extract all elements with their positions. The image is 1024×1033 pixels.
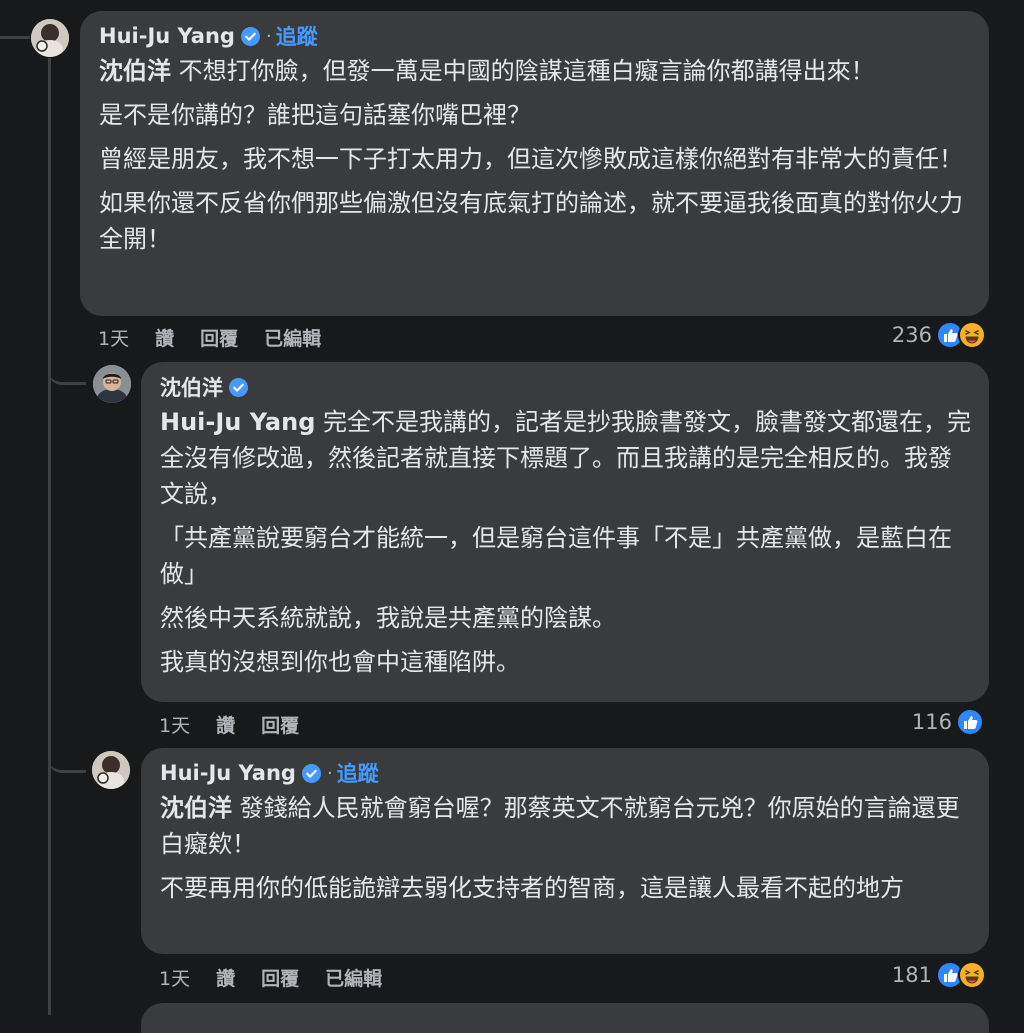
author-name[interactable]: Hui-Ju Yang bbox=[99, 24, 235, 48]
avatar[interactable] bbox=[31, 19, 69, 57]
avatar-image bbox=[93, 365, 131, 403]
comment-paragraph: 曾經是朋友，我不想一下子打太用力，但這次慘敗成這樣你絕對有非常大的責任！ bbox=[99, 145, 963, 173]
comment-paragraph: 「共產黨說要窮台才能統一，但是窮台這件事「不是」共產黨做，是藍白在做」 bbox=[160, 524, 952, 588]
verified-badge-icon bbox=[240, 26, 260, 46]
reply-button[interactable]: 回覆 bbox=[261, 711, 299, 738]
comment-paragraph: 我真的沒想到你也會中這種陷阱。 bbox=[160, 648, 520, 676]
haha-icon bbox=[958, 961, 986, 989]
like-button[interactable]: 讚 bbox=[216, 711, 235, 738]
follow-button[interactable]: 追蹤 bbox=[337, 758, 379, 788]
thread-line-main bbox=[48, 58, 51, 1015]
like-icon bbox=[956, 708, 984, 736]
thread-line-top bbox=[0, 36, 30, 39]
author-name[interactable]: 沈伯洋 bbox=[160, 372, 223, 402]
separator-dot: · bbox=[265, 25, 272, 47]
mention-link[interactable]: Hui-Ju Yang bbox=[160, 408, 315, 436]
edited-label[interactable]: 已編輯 bbox=[264, 324, 321, 351]
timestamp[interactable]: 1天 bbox=[98, 324, 129, 351]
reaction-count: 116 bbox=[911, 710, 952, 734]
like-button[interactable]: 讚 bbox=[155, 324, 174, 351]
reaction-summary[interactable]: 116 bbox=[912, 708, 984, 736]
comment-bubble: Hui-Ju Yang · 追蹤 沈伯洋 發錢給人民就會窮台喔？那蔡英文不就窮台… bbox=[141, 748, 989, 954]
comment-text: 沈伯洋 發錢給人民就會窮台喔？那蔡英文不就窮台元兇？你原始的言論還更白癡欸！ bbox=[160, 794, 960, 858]
next-comment-bubble bbox=[141, 1003, 989, 1033]
comment-actions: 1天 讚 回覆 bbox=[159, 711, 299, 738]
avatar[interactable] bbox=[92, 751, 130, 789]
author-name[interactable]: Hui-Ju Yang bbox=[160, 761, 296, 785]
comment-bubble: Hui-Ju Yang · 追蹤 沈伯洋 不想打你臉，但發一萬是中國的陰謀這種白… bbox=[80, 11, 989, 316]
separator-dot: · bbox=[326, 762, 333, 784]
reply-button[interactable]: 回覆 bbox=[261, 964, 299, 991]
comment-text: 沈伯洋 不想打你臉，但發一萬是中國的陰謀這種白癡言論你都講得出來！ bbox=[99, 57, 875, 85]
reply-connector bbox=[48, 740, 86, 773]
verified-badge-icon bbox=[301, 763, 321, 783]
timestamp[interactable]: 1天 bbox=[159, 964, 190, 991]
like-button[interactable]: 讚 bbox=[216, 964, 235, 991]
reaction-summary[interactable]: 236 bbox=[892, 321, 986, 349]
timestamp[interactable]: 1天 bbox=[159, 711, 190, 738]
mention-link[interactable]: 沈伯洋 bbox=[99, 57, 171, 85]
haha-icon bbox=[958, 321, 986, 349]
reply-connector bbox=[48, 350, 86, 385]
comment-actions: 1天 讚 回覆 已編輯 bbox=[159, 964, 382, 991]
verified-badge-icon bbox=[229, 377, 248, 397]
comment-bubble: 沈伯洋 Hui-Ju Yang 完全不是我講的，記者是抄我臉書發文，臉書發文都還… bbox=[141, 362, 989, 702]
comment-text: Hui-Ju Yang 完全不是我講的，記者是抄我臉書發文，臉書發文都還在，完全… bbox=[160, 408, 972, 508]
avatar-image bbox=[92, 751, 130, 789]
avatar-image bbox=[31, 19, 69, 57]
reaction-count: 181 bbox=[891, 963, 932, 987]
comment-paragraph: 然後中天系統就說，我說是共產黨的陰謀。 bbox=[160, 604, 616, 632]
avatar[interactable] bbox=[93, 365, 131, 403]
comment-paragraph: 如果你還不反省你們那些偏激但沒有底氣打的論述，就不要逼我後面真的對你火力全開！ bbox=[99, 189, 963, 253]
comment-paragraph: 不要再用你的低能詭辯去弱化支持者的智商，這是讓人最看不起的地方 bbox=[160, 874, 904, 902]
comment-actions: 1天 讚 回覆 已編輯 bbox=[98, 324, 321, 351]
mention-link[interactable]: 沈伯洋 bbox=[160, 794, 232, 822]
reaction-summary[interactable]: 181 bbox=[892, 961, 986, 989]
reaction-count: 236 bbox=[891, 323, 932, 347]
reply-button[interactable]: 回覆 bbox=[200, 324, 238, 351]
edited-label[interactable]: 已編輯 bbox=[325, 964, 382, 991]
comment-paragraph: 是不是你講的？誰把這句話塞你嘴巴裡？ bbox=[99, 101, 531, 129]
follow-button[interactable]: 追蹤 bbox=[276, 21, 318, 51]
